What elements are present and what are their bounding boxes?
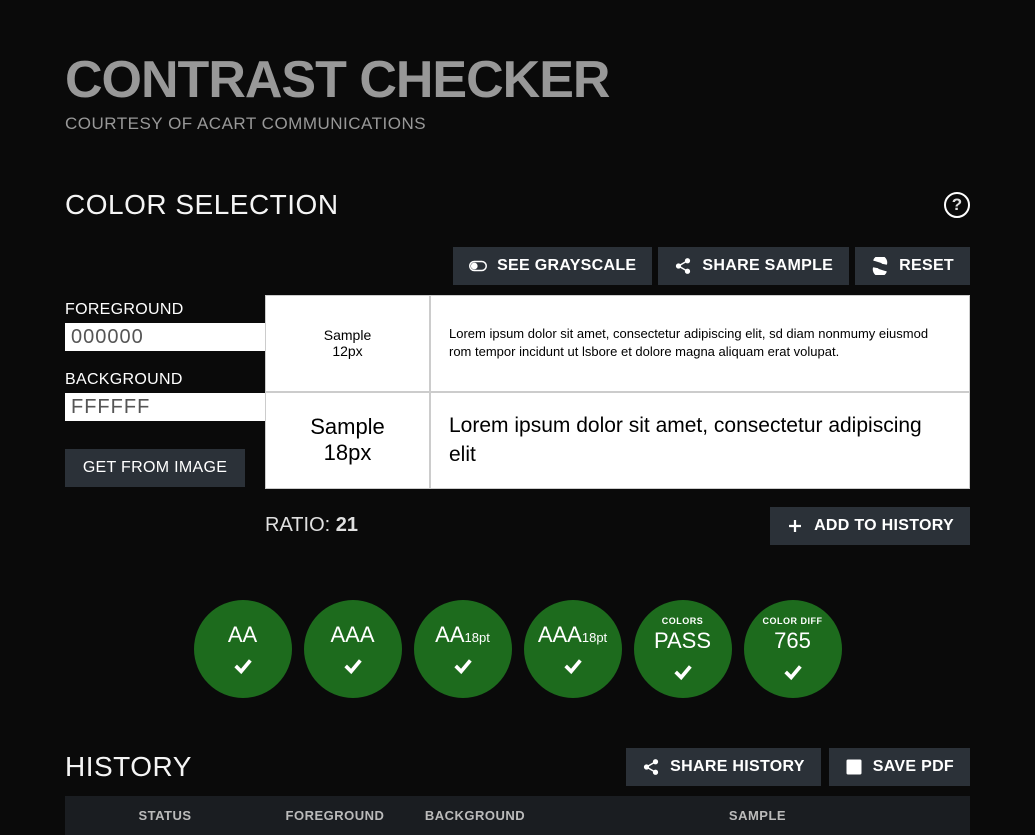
result-badges: AA AAA AA18pt AAA18pt COLORS PASS COLOR … [65,600,970,698]
sample-18-label-cell: Sample 18px [265,392,430,489]
badge-aa18-label: AA18pt [435,622,490,648]
badge-colors-pre: COLORS [662,616,704,626]
reset-label: RESET [899,257,954,275]
sample-12-text-cell: Lorem ipsum dolor sit amet, consectetur … [430,295,970,392]
check-icon [342,654,364,676]
th-sample: SAMPLE [545,808,970,823]
check-icon [672,660,694,682]
sample-12-text: Lorem ipsum dolor sit amet, consectetur … [449,325,951,361]
foreground-label: FOREGROUND [65,301,245,319]
sample-12-label-2: 12px [332,343,362,359]
save-pdf-button[interactable]: SAVE PDF [829,748,970,786]
toggle-icon [469,257,487,275]
get-from-image-button[interactable]: GET FROM IMAGE [65,449,245,487]
ratio-label: RATIO: [265,514,336,536]
check-icon [782,660,804,682]
check-icon [452,654,474,676]
sample-18-label-1: Sample [310,414,385,440]
share-sample-button[interactable]: SHARE SAMPLE [658,247,849,285]
ratio-display: RATIO: 21 [265,514,358,537]
sample-preview: Sample 12px Lorem ipsum dolor sit amet, … [265,295,970,489]
share-history-label: SHARE HISTORY [670,758,805,776]
share-icon [642,758,660,776]
badge-color-diff: COLOR DIFF 765 [744,600,842,698]
badge-diff-pre: COLOR DIFF [763,616,823,626]
badge-aaa-18pt: AAA18pt [524,600,622,698]
sample-12-label-1: Sample [324,327,371,343]
add-to-history-button[interactable]: ADD TO HISTORY [770,507,970,545]
badge-aaa18-label: AAA18pt [538,622,607,648]
badge-aa: AA [194,600,292,698]
badge-aa-18pt: AA18pt [414,600,512,698]
th-foreground: FOREGROUND [265,808,405,823]
plus-icon [786,517,804,535]
see-grayscale-label: SEE GRAYSCALE [497,257,636,275]
badge-aaa: AAA [304,600,402,698]
color-selection-heading: COLOR SELECTION [65,189,339,221]
share-sample-label: SHARE SAMPLE [702,257,833,275]
history-table-header: STATUS FOREGROUND BACKGROUND SAMPLE [65,796,970,835]
history-heading: HISTORY [65,751,192,783]
sample-18-text: Lorem ipsum dolor sit amet, consectetur … [449,411,951,470]
page-title: CONTRAST CHECKER [65,50,970,110]
add-to-history-label: ADD TO HISTORY [814,517,954,535]
sample-18-label-2: 18px [324,440,372,466]
help-icon[interactable]: ? [944,192,970,218]
get-from-image-label: GET FROM IMAGE [83,459,227,477]
reset-button[interactable]: RESET [855,247,970,285]
reset-icon [871,257,889,275]
save-icon [845,758,863,776]
background-label: BACKGROUND [65,371,245,389]
ratio-value: 21 [336,514,358,536]
sample-12-label-cell: Sample 12px [265,295,430,392]
share-history-button[interactable]: SHARE HISTORY [626,748,821,786]
toolbar: SEE GRAYSCALE SHARE SAMPLE RESET [65,247,970,285]
save-pdf-label: SAVE PDF [873,758,954,776]
sample-18-text-cell: Lorem ipsum dolor sit amet, consectetur … [430,392,970,489]
share-icon [674,257,692,275]
th-status: STATUS [65,808,265,823]
check-icon [562,654,584,676]
color-inputs-panel: FOREGROUND BACKGROUND GET FROM IMAGE [65,295,245,545]
badge-aaa-label: AAA [330,622,374,648]
see-grayscale-button[interactable]: SEE GRAYSCALE [453,247,652,285]
page-subtitle: COURTESY OF ACART COMMUNICATIONS [65,114,970,134]
badge-colors-main: PASS [654,628,711,654]
badge-colors: COLORS PASS [634,600,732,698]
th-background: BACKGROUND [405,808,545,823]
badge-aa-label: AA [228,622,257,648]
badge-diff-main: 765 [774,628,811,654]
check-icon [232,654,254,676]
